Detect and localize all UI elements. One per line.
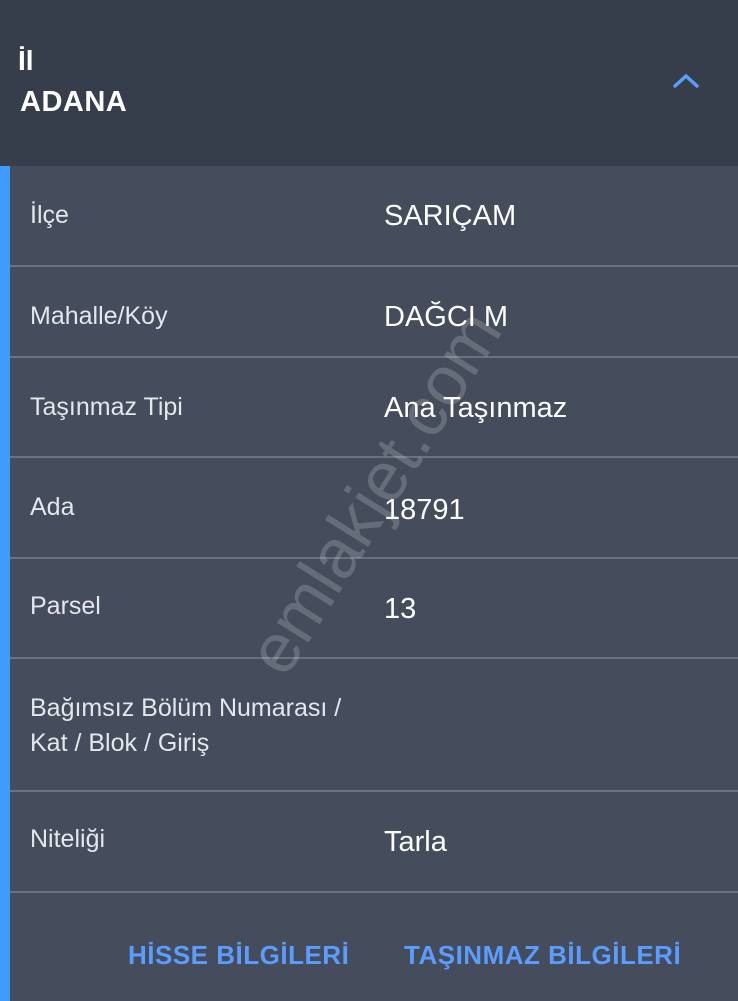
row-district: İlçe SARIÇAM <box>10 166 738 267</box>
chevron-up-icon[interactable] <box>668 66 704 96</box>
province-label: İl <box>18 45 34 76</box>
row-neighborhood: Mahalle/Köy DAĞCI M <box>10 267 738 358</box>
row-value: 13 <box>384 593 417 625</box>
province-value: ADANA <box>20 86 128 118</box>
row-label: İlçe <box>30 201 69 229</box>
row-value: SARIÇAM <box>384 200 517 232</box>
accent-bar <box>0 166 10 1001</box>
row-value: Tarla <box>384 826 447 858</box>
row-value: Ana Taşınmaz <box>384 392 568 424</box>
row-value: 18791 <box>384 494 465 526</box>
row-label: Parsel <box>30 592 101 620</box>
property-detail-panel: İl ADANA İlçe SARIÇAM Mahalle/Köy DAĞCI … <box>0 0 738 1001</box>
row-value: DAĞCI M <box>384 301 509 333</box>
row-label: Niteliği <box>30 825 106 853</box>
footer-actions: HİSSE BİLGİLERİ TAŞINMAZ BİLGİLERİ <box>10 892 738 1001</box>
row-label: Taşınmaz Tipi <box>30 393 183 421</box>
row-block: Ada 18791 <box>10 458 738 559</box>
detail-list: İlçe SARIÇAM Mahalle/Köy DAĞCI M Taşınma… <box>10 166 738 893</box>
row-independent-unit: Bağımsız Bölüm Numarası / Kat / Blok / G… <box>10 659 738 792</box>
row-label: Mahalle/Köy <box>30 302 168 330</box>
row-label-line2: Kat / Blok / Giriş <box>30 729 210 757</box>
row-quality: Niteliği Tarla <box>10 792 738 893</box>
row-property-type: Taşınmaz Tipi Ana Taşınmaz <box>10 358 738 458</box>
row-label: Ada <box>30 493 75 521</box>
row-parcel: Parsel 13 <box>10 559 738 659</box>
share-info-button[interactable]: HİSSE BİLGİLERİ <box>128 940 349 970</box>
province-header[interactable]: İl ADANA <box>0 0 738 166</box>
property-info-button[interactable]: TAŞINMAZ BİLGİLERİ <box>404 940 681 970</box>
row-label-line1: Bağımsız Bölüm Numarası / <box>30 694 342 722</box>
